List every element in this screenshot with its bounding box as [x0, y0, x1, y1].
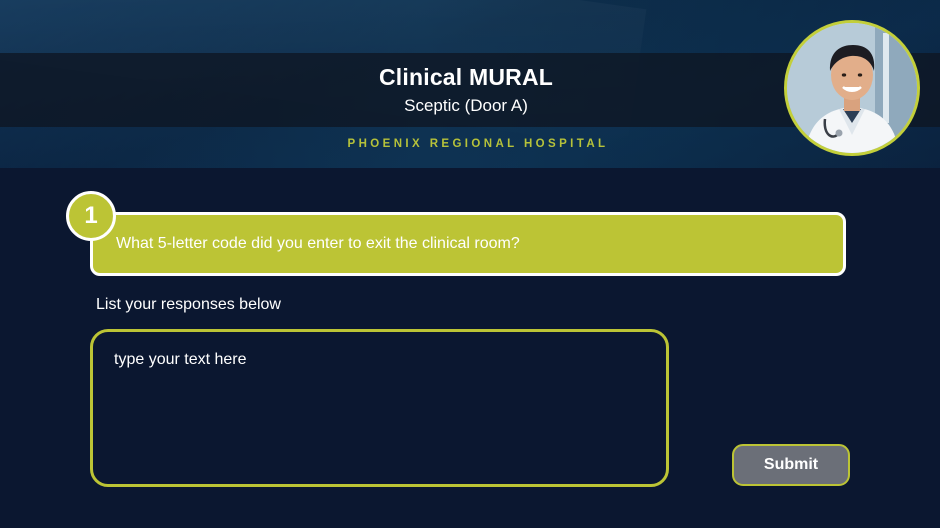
response-textarea[interactable] [90, 329, 669, 487]
question-number-badge: 1 [66, 191, 116, 241]
response-label: List your responses below [96, 296, 281, 313]
hospital-name: PHOENIX REGIONAL HOSPITAL [347, 138, 609, 150]
doctor-portrait-icon [787, 23, 917, 153]
question-text: What 5-letter code did you enter to exit… [116, 235, 520, 252]
doctor-avatar [784, 20, 920, 156]
submit-button[interactable]: Submit [732, 444, 850, 486]
